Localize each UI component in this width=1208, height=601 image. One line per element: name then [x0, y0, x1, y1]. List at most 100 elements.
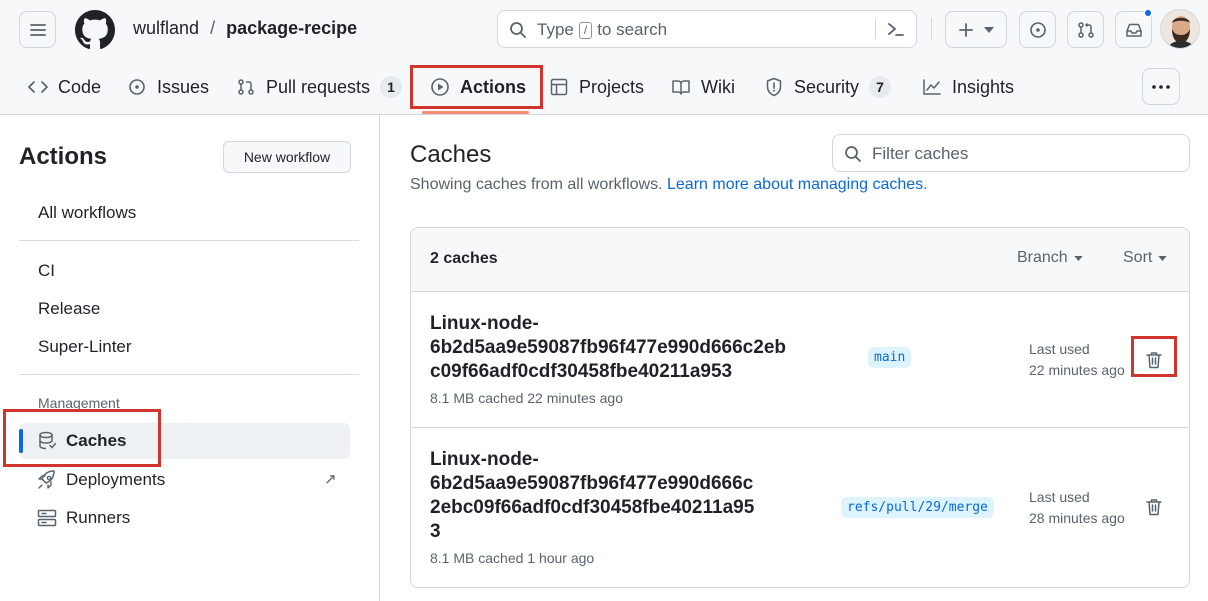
book-icon	[671, 77, 691, 97]
page-title: Caches	[410, 141, 492, 168]
trash-icon	[1146, 499, 1162, 516]
page-subtitle: Showing caches from all workflows. Learn…	[410, 176, 928, 194]
tab-issues-label: Issues	[157, 76, 210, 97]
tab-projects-label: Projects	[579, 76, 645, 97]
subtitle-text: Showing caches from all workflows.	[410, 176, 663, 193]
inbox-icon	[1125, 23, 1142, 37]
last-used-label: Last used	[1029, 341, 1090, 357]
repo-header: wulfland / package-recipe Type / to sear…	[0, 0, 1208, 115]
git-pull-request-icon	[1077, 21, 1094, 38]
triangle-down-icon	[1074, 255, 1083, 261]
pull-request-icon	[236, 77, 256, 97]
tab-insights-label: Insights	[952, 76, 1015, 97]
global-search-input[interactable]: Type / to search	[497, 10, 917, 48]
hamburger-icon	[29, 23, 46, 36]
more-tabs-button[interactable]	[1142, 68, 1180, 105]
issue-opened-icon	[1029, 21, 1046, 38]
sort-dropdown[interactable]: Sort	[1123, 249, 1168, 267]
search-icon	[510, 22, 526, 38]
command-palette-icon[interactable]	[886, 21, 906, 39]
learn-more-link[interactable]: Learn more about managing caches.	[667, 176, 928, 193]
pull-requests-count: 1	[380, 76, 403, 98]
create-new-button[interactable]	[945, 11, 1007, 48]
sidebar-item-all-workflows[interactable]: All workflows	[38, 203, 136, 223]
last-used-time: 28 minutes ago	[1029, 510, 1125, 526]
cache-row: Linux-node- 6b2d5aa9e59087fb96f477e990d6…	[411, 292, 1189, 428]
cache-meta: 8.1 MB cached 1 hour ago	[430, 550, 595, 566]
sidebar-title: Actions	[19, 143, 108, 170]
actions-tab-underline	[422, 111, 529, 114]
tab-wiki[interactable]: Wiki	[671, 66, 735, 108]
last-used: Last used 22 minutes ago	[1029, 339, 1125, 381]
branch-label: refs/pull/29/merge	[841, 497, 994, 518]
search-placeholder: Type / to search	[537, 20, 667, 40]
sidebar-item-runners[interactable]: Runners	[19, 500, 350, 536]
pull-requests-button[interactable]	[1067, 11, 1104, 48]
sidebar-divider	[19, 374, 359, 375]
repo-name-link[interactable]: package-recipe	[226, 18, 357, 38]
branch-label: main	[868, 347, 912, 368]
search-hotkey: /	[578, 21, 593, 39]
sidebar-item-deployments-label: Deployments	[66, 470, 166, 489]
tab-pull-requests-label: Pull requests	[266, 76, 371, 97]
caches-count: 2 caches	[430, 250, 498, 267]
tab-code-label: Code	[58, 76, 102, 97]
new-workflow-button[interactable]: New workflow	[223, 141, 351, 173]
tab-insights[interactable]: Insights	[922, 66, 1014, 108]
delete-button-highlight	[1131, 336, 1177, 377]
tab-security-label: Security	[794, 76, 860, 97]
tab-projects[interactable]: Projects	[549, 66, 644, 108]
last-used-label: Last used	[1029, 489, 1090, 505]
shield-icon	[764, 77, 784, 97]
sidebar-item-super-linter[interactable]: Super-Linter	[38, 337, 132, 357]
repo-breadcrumb: wulfland / package-recipe	[133, 18, 357, 39]
breadcrumb-separator: /	[210, 18, 216, 38]
filter-caches-input[interactable]: Filter caches	[832, 134, 1190, 172]
sidebar-divider	[19, 240, 359, 241]
caches-list: 2 caches Branch Sort Linux-node- 6b2d5aa…	[410, 227, 1190, 588]
cache-meta: 8.1 MB cached 22 minutes ago	[430, 390, 624, 406]
server-icon	[37, 509, 57, 527]
tab-issues[interactable]: Issues	[127, 66, 209, 108]
caches-list-header: 2 caches Branch Sort	[411, 228, 1189, 292]
security-count: 7	[869, 76, 892, 98]
issue-icon	[127, 77, 147, 97]
tab-code[interactable]: Code	[28, 66, 101, 108]
tab-wiki-label: Wiki	[701, 76, 735, 97]
last-used-time: 22 minutes ago	[1029, 362, 1125, 378]
cache-key: Linux-node- 6b2d5aa9e59087fb96f477e990d6…	[430, 313, 786, 382]
user-avatar[interactable]	[1160, 9, 1200, 49]
avatar-icon	[1161, 10, 1199, 48]
sort-label: Sort	[1123, 249, 1153, 266]
tab-security[interactable]: Security 7	[764, 66, 892, 108]
triangle-down-icon	[1158, 255, 1168, 261]
code-icon	[28, 77, 48, 97]
branch-filter-dropdown[interactable]: Branch	[1017, 249, 1083, 267]
search-icon	[845, 146, 861, 162]
branch-filter-label: Branch	[1017, 249, 1068, 266]
caches-highlight	[3, 409, 161, 467]
github-mark-icon	[75, 10, 115, 50]
issues-button[interactable]	[1019, 11, 1056, 48]
github-logo[interactable]	[75, 10, 115, 50]
notification-dot	[1143, 8, 1153, 18]
table-icon	[549, 77, 569, 97]
tab-pull-requests[interactable]: Pull requests 1	[236, 66, 403, 108]
sidebar-item-deployments[interactable]: Deployments ↗	[19, 462, 350, 498]
sidebar-item-ci[interactable]: CI	[38, 261, 55, 281]
filter-placeholder: Filter caches	[872, 144, 969, 163]
delete-cache-button[interactable]	[1142, 495, 1166, 519]
actions-tab-highlight	[410, 65, 543, 109]
sidebar-item-runners-label: Runners	[66, 508, 131, 527]
plus-icon	[959, 22, 973, 37]
rocket-icon	[38, 470, 55, 489]
header-divider	[931, 18, 932, 40]
sidebar-item-release[interactable]: Release	[38, 299, 100, 319]
search-prefix: Type	[537, 20, 574, 39]
cache-key: Linux-node- 6b2d5aa9e59087fb96f477e990d6…	[430, 449, 755, 542]
search-suffix: to search	[597, 20, 668, 39]
external-link-icon: ↗	[324, 471, 337, 488]
triangle-down-icon	[984, 26, 994, 33]
repo-owner-link[interactable]: wulfland	[133, 18, 199, 38]
hamburger-menu-button[interactable]	[19, 11, 56, 48]
